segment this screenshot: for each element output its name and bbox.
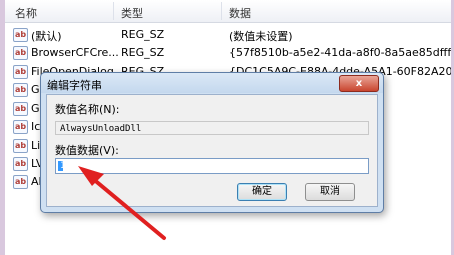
value-data-text: 1 bbox=[60, 161, 66, 171]
arrow-shaft bbox=[90, 176, 166, 240]
pointer-arrow bbox=[78, 166, 166, 240]
